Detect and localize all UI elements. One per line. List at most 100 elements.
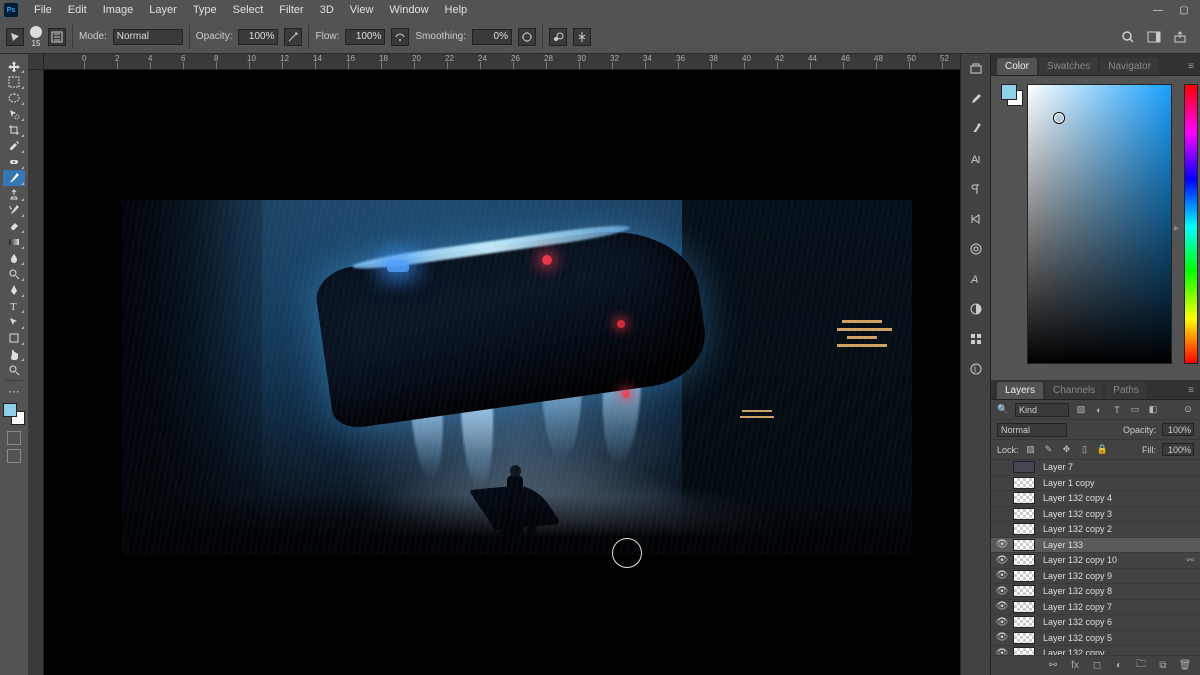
filter-shape-icon[interactable]: ▭: [1129, 404, 1141, 416]
smoothing-options[interactable]: [518, 28, 536, 46]
tab-channels[interactable]: Channels: [1045, 382, 1103, 399]
menu-view[interactable]: View: [342, 0, 382, 20]
brushsettings-panel-icon[interactable]: [966, 120, 986, 138]
visibility-toggle[interactable]: 👁: [995, 632, 1009, 644]
flow-input[interactable]: 100%: [345, 29, 385, 45]
panel-swatches[interactable]: [1001, 84, 1023, 106]
layer-name[interactable]: Layer 132 copy: [1039, 648, 1105, 655]
panel-menu-icon[interactable]: ≡: [1182, 58, 1200, 75]
menu-edit[interactable]: Edit: [60, 0, 95, 20]
layer-row[interactable]: 👁Layer 132 copy 7: [991, 600, 1200, 616]
ruler-vertical[interactable]: [28, 70, 44, 675]
saturation-picker[interactable]: [1027, 84, 1172, 364]
layer-thumbnail[interactable]: [1013, 570, 1035, 582]
quick-mask-toggle[interactable]: [7, 431, 21, 445]
clone-stamp-tool[interactable]: [3, 186, 25, 202]
artwork-canvas[interactable]: [122, 200, 912, 555]
layer-name[interactable]: Layer 132 copy 4: [1039, 493, 1112, 503]
character-panel-icon[interactable]: A: [966, 150, 986, 168]
zoom-tool[interactable]: [3, 362, 25, 378]
canvas-area[interactable]: 0246810121416182022242628303234363840424…: [28, 54, 960, 675]
paragraph-panel-icon[interactable]: [966, 180, 986, 198]
expand-arrow-icon[interactable]: ▸: [1174, 223, 1182, 234]
blur-tool[interactable]: [3, 250, 25, 266]
workspace-switcher[interactable]: [1146, 29, 1162, 45]
libraries-panel-icon[interactable]: [966, 240, 986, 258]
marquee-tool[interactable]: [3, 74, 25, 90]
share-button[interactable]: [1172, 29, 1188, 45]
layer-mask-icon[interactable]: ◻: [1090, 659, 1104, 673]
layer-thumbnail[interactable]: [1013, 585, 1035, 597]
delete-layer-icon[interactable]: 🗑: [1178, 659, 1192, 673]
layer-thumbnail[interactable]: [1013, 461, 1035, 473]
layer-list[interactable]: Layer 7 Layer 1 copy Layer 132 copy 4 Layer…: [991, 460, 1200, 655]
minimize-button[interactable]: —: [1146, 2, 1170, 18]
tab-layers[interactable]: Layers: [997, 382, 1043, 399]
layer-row[interactable]: Layer 132 copy 2: [991, 522, 1200, 538]
brush-preview[interactable]: 15: [30, 26, 42, 48]
shape-tool[interactable]: [3, 330, 25, 346]
layer-opacity-input[interactable]: 100%: [1162, 423, 1194, 436]
type-tool[interactable]: T: [3, 298, 25, 314]
hue-slider[interactable]: [1184, 84, 1198, 364]
screen-mode-toggle[interactable]: [7, 449, 21, 463]
foreground-swatch[interactable]: [3, 403, 17, 417]
new-layer-icon[interactable]: ⧉: [1156, 659, 1170, 673]
visibility-toggle[interactable]: 👁: [995, 539, 1009, 551]
layer-name[interactable]: Layer 133: [1039, 540, 1083, 550]
layer-blend-select[interactable]: Normal: [997, 423, 1067, 437]
visibility-toggle[interactable]: [995, 492, 1009, 504]
eyedropper-tool[interactable]: [3, 138, 25, 154]
glyphs-panel-icon[interactable]: A: [966, 270, 986, 288]
layer-row[interactable]: Layer 132 copy 4: [991, 491, 1200, 507]
layer-row[interactable]: Layer 7: [991, 460, 1200, 476]
symmetry-toggle[interactable]: [573, 28, 591, 46]
visibility-toggle[interactable]: 👁: [995, 554, 1009, 566]
ruler-origin[interactable]: [28, 54, 44, 70]
menu-3d[interactable]: 3D: [312, 0, 342, 20]
layer-row[interactable]: 👁 Layer 132 copy 6: [991, 615, 1200, 631]
filter-kind-select[interactable]: Kind: [1015, 403, 1069, 417]
history-brush-tool[interactable]: [3, 202, 25, 218]
adjustments-panel-icon[interactable]: [966, 300, 986, 318]
crop-tool[interactable]: [3, 122, 25, 138]
filter-pixel-icon[interactable]: ▧: [1075, 404, 1087, 416]
tab-navigator[interactable]: Navigator: [1100, 58, 1159, 75]
adjustment-layer-icon[interactable]: ◐: [1112, 659, 1126, 673]
visibility-toggle[interactable]: [995, 477, 1009, 489]
layer-name[interactable]: Layer 132 copy 8: [1039, 586, 1112, 596]
visibility-toggle[interactable]: 👁: [995, 570, 1009, 582]
visibility-toggle[interactable]: 👁: [995, 601, 1009, 613]
smoothing-input[interactable]: 0%: [472, 29, 512, 45]
tab-paths[interactable]: Paths: [1105, 382, 1147, 399]
lasso-tool[interactable]: [3, 90, 25, 106]
visibility-toggle[interactable]: 👁: [995, 616, 1009, 628]
filter-adjust-icon[interactable]: ◐: [1093, 404, 1105, 416]
info-panel-icon[interactable]: i: [966, 360, 986, 378]
layer-row[interactable]: 👁Layer 132 copy 5: [991, 631, 1200, 647]
move-tool[interactable]: [3, 58, 25, 74]
filter-smart-icon[interactable]: ◧: [1147, 404, 1159, 416]
layer-name[interactable]: Layer 132 copy 2: [1039, 524, 1112, 534]
styles-panel-icon[interactable]: [966, 330, 986, 348]
layer-name[interactable]: Layer 132 copy 3: [1039, 509, 1112, 519]
menu-help[interactable]: Help: [437, 0, 476, 20]
color-cursor[interactable]: [1054, 113, 1064, 123]
layer-name[interactable]: Layer 132 copy 6: [1039, 617, 1112, 627]
layer-name[interactable]: Layer 132 copy 9: [1039, 571, 1112, 581]
dodge-tool[interactable]: [3, 266, 25, 282]
layer-thumbnail[interactable]: [1013, 523, 1035, 535]
hand-tool[interactable]: [3, 346, 25, 362]
layer-row[interactable]: 👁 Layer 133: [991, 538, 1200, 554]
document-viewport[interactable]: [44, 70, 960, 675]
panel-menu-icon[interactable]: ≡: [1182, 382, 1200, 399]
menu-type[interactable]: Type: [185, 0, 225, 20]
brush-settings-toggle[interactable]: [48, 28, 66, 46]
menu-file[interactable]: File: [26, 0, 60, 20]
lock-position-icon[interactable]: ✥: [1061, 444, 1073, 456]
layer-name[interactable]: Layer 1 copy: [1039, 478, 1095, 488]
maximize-button[interactable]: ▢: [1172, 2, 1196, 18]
color-swatches[interactable]: [3, 403, 25, 425]
layer-row[interactable]: 👁Layer 132 copy 8: [991, 584, 1200, 600]
lock-all-icon[interactable]: 🔒: [1097, 444, 1109, 456]
